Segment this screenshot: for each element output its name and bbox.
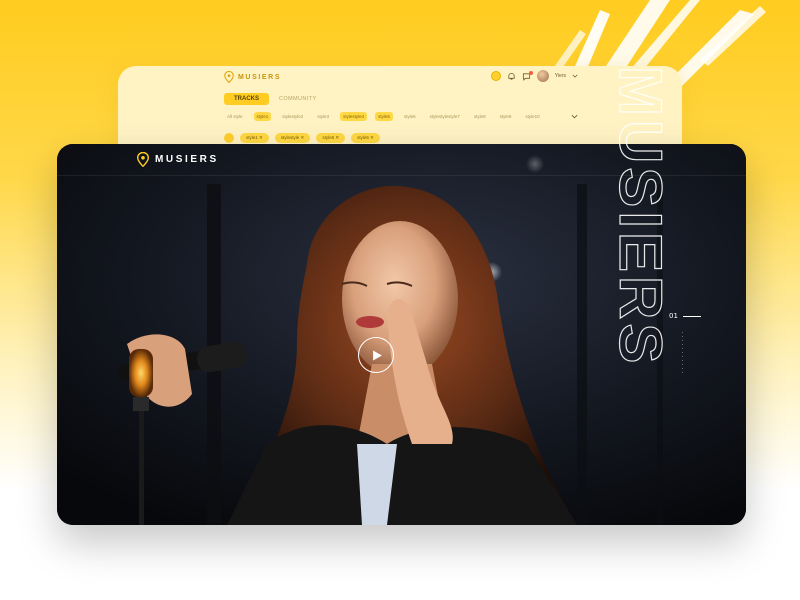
filter-chip[interactable]: style6 ✕ — [351, 133, 380, 143]
filter-chip[interactable]: style5 ✕ — [316, 133, 346, 143]
fire-icon[interactable] — [224, 133, 234, 143]
tab-community[interactable]: COMMUNITY — [279, 96, 317, 102]
logo-pin-icon — [224, 71, 234, 83]
style-chip[interactable]: stylestylestyle7 — [427, 112, 463, 121]
style-chip[interactable]: style10 — [522, 112, 542, 121]
active-filters: style1 ✕ stylestyle ✕ style5 ✕ style6 ✕ — [224, 133, 380, 143]
user-name[interactable]: Yiers — [555, 73, 566, 79]
back-logo[interactable]: MUSIERS — [224, 71, 281, 83]
style-chip[interactable]: stylestyle2 — [279, 112, 306, 121]
hero-logo[interactable]: MUSIERS — [137, 152, 219, 167]
style-chip[interactable]: style8 — [471, 112, 489, 121]
coin-icon[interactable] — [490, 71, 501, 81]
style-chip[interactable]: style6 — [401, 112, 419, 121]
back-header-actions: Yiers — [490, 70, 578, 82]
style-chip[interactable]: stylestyle4 — [340, 112, 368, 121]
logo-pin-icon — [137, 152, 149, 167]
style-chip[interactable]: style9 — [497, 112, 515, 121]
slide-ticks — [682, 332, 683, 376]
avatar[interactable] — [536, 70, 549, 82]
style-chip[interactable]: style1 — [253, 112, 272, 121]
chevron-down-icon[interactable] — [572, 73, 578, 79]
style-chip[interactable]: style3 — [314, 112, 332, 121]
filter-chip[interactable]: stylestyle ✕ — [274, 133, 311, 143]
back-logo-text: MUSIERS — [238, 73, 282, 81]
tab-tracks[interactable]: TRACKS — [224, 93, 269, 105]
bell-icon[interactable] — [507, 72, 516, 81]
tab-bar: TRACKS COMMUNITY — [224, 93, 317, 105]
chat-icon[interactable] — [522, 70, 533, 81]
vertical-wordmark: MUSIERS — [606, 66, 668, 368]
slide-index: 01 — [669, 312, 678, 320]
filter-chip[interactable]: style1 ✕ — [240, 133, 269, 143]
play-icon — [372, 350, 382, 360]
hero-logo-text: MUSIERS — [155, 154, 219, 165]
style-chip[interactable]: style5 — [375, 112, 393, 121]
slide-line — [682, 315, 701, 317]
style-filter-row: All style style1 stylestyle2 style3 styl… — [224, 112, 543, 121]
vertical-wordmark-text: MUSIERS — [607, 66, 668, 367]
expand-styles-icon[interactable] — [571, 113, 578, 120]
slide-indicator[interactable]: 01 — [669, 312, 701, 320]
play-button[interactable] — [358, 337, 394, 373]
style-chip[interactable]: All style — [224, 112, 246, 121]
